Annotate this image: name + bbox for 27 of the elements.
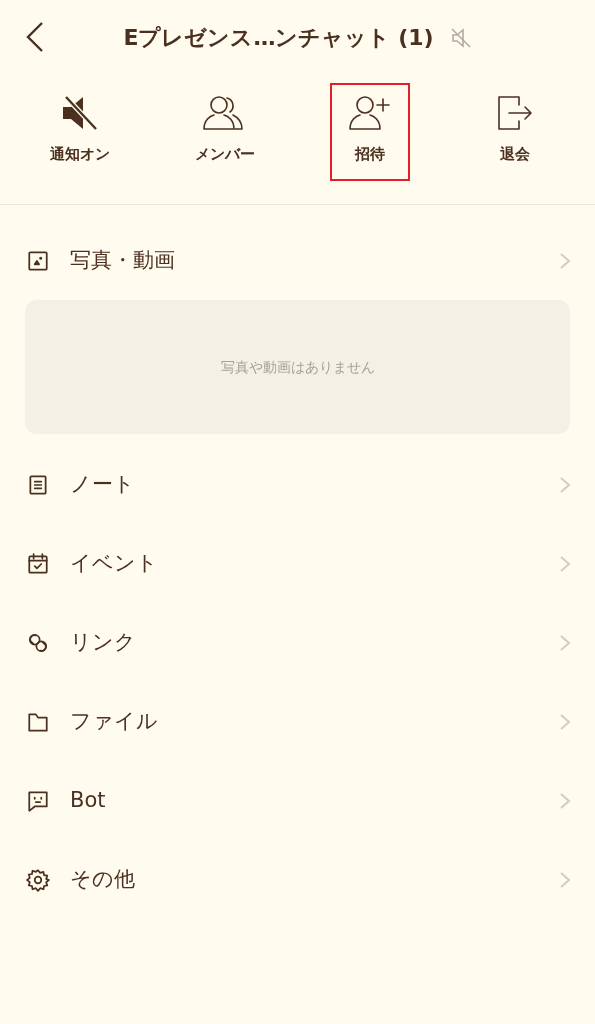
menu-item[interactable]: ファイル [0, 682, 595, 761]
settings-icon [26, 867, 50, 892]
menu-item[interactable]: 写真・動画 [0, 221, 595, 300]
chat-title: Eプレゼンス…ンチャット (1) [123, 24, 434, 52]
chevron-icon [559, 554, 571, 573]
menu-item[interactable]: リンク [0, 603, 595, 682]
action-button[interactable]: メンバー [185, 83, 266, 181]
photo-icon [26, 248, 50, 273]
chevron-icon [559, 633, 571, 652]
calendar-check-icon [26, 551, 50, 576]
muted-speaker-icon [449, 27, 472, 49]
add-person-icon [346, 93, 393, 133]
chevron-icon [559, 712, 571, 731]
empty-message: 写真や動画はありません [220, 357, 375, 377]
chevron-icon [559, 251, 571, 270]
chevron-icon [559, 870, 571, 889]
menu-item[interactable]: その他 [0, 840, 595, 919]
document-icon [26, 472, 50, 497]
chevron-icon [559, 791, 571, 810]
chevron-icon [559, 475, 571, 494]
action-button[interactable]: 退会 [474, 83, 555, 181]
chat-bubble-icon [26, 788, 50, 813]
menu-item[interactable]: Bot [0, 761, 595, 840]
action-button[interactable]: 招待 [329, 83, 410, 181]
action-button[interactable]: 通知オン [40, 83, 121, 181]
menu-item[interactable]: イベント [0, 524, 595, 603]
menu-item[interactable]: ノート [0, 445, 595, 524]
